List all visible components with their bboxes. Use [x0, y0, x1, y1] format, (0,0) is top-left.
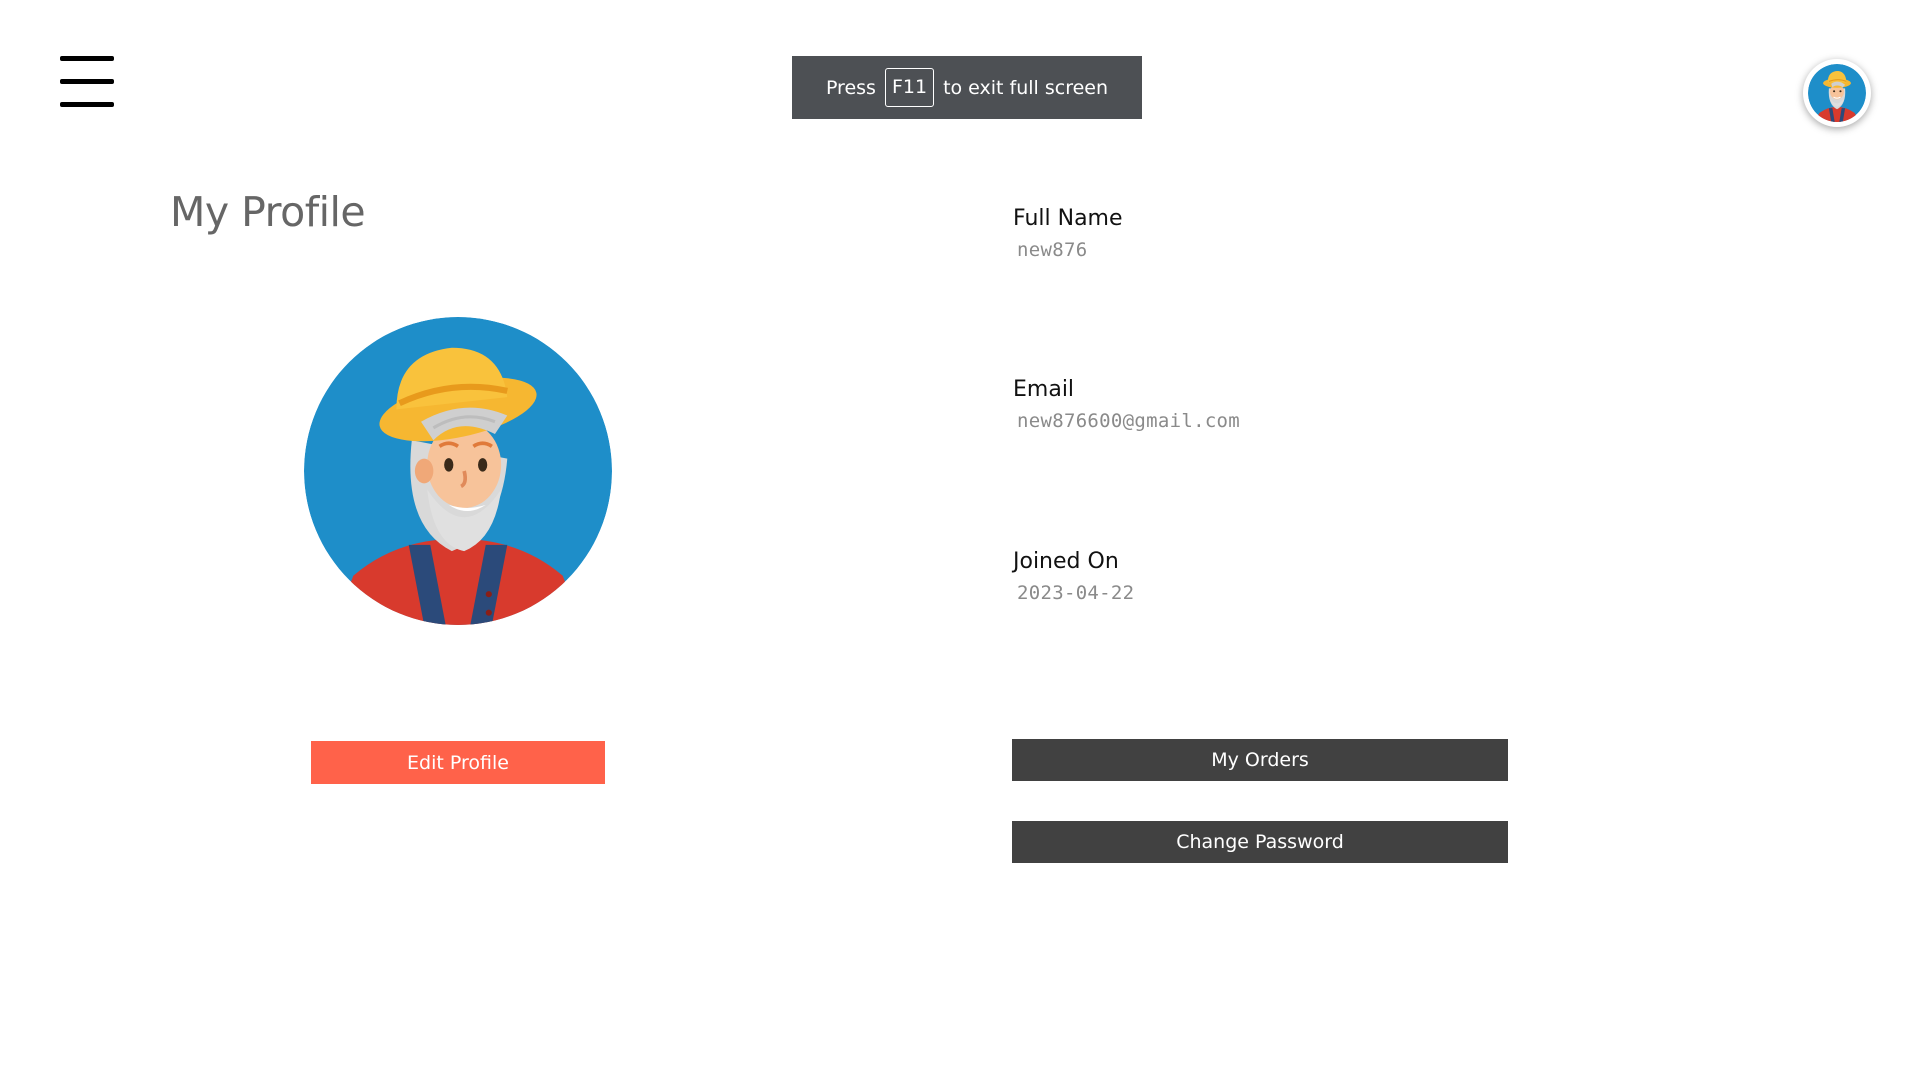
full-name-field: Full Name new876 [1013, 206, 1123, 261]
farmer-avatar-icon [304, 317, 612, 625]
hamburger-menu-icon[interactable] [60, 56, 114, 108]
email-field: Email new876600@gmail.com [1013, 377, 1240, 432]
user-avatar-button[interactable] [1803, 59, 1871, 127]
menu-bar [60, 56, 114, 61]
my-orders-button[interactable]: My Orders [1012, 739, 1508, 781]
menu-bar [60, 102, 114, 107]
change-password-button[interactable]: Change Password [1012, 821, 1508, 863]
farmer-avatar-icon [1808, 64, 1866, 122]
profile-avatar [304, 317, 612, 625]
joined-on-field: Joined On 2023-04-22 [1013, 549, 1134, 604]
fullscreen-key: F11 [884, 68, 935, 107]
fullscreen-notice-prefix: Press [825, 76, 876, 99]
full-name-label: Full Name [1013, 206, 1123, 231]
edit-profile-button[interactable]: Edit Profile [311, 741, 605, 784]
page-title: My Profile [170, 188, 366, 236]
joined-on-value: 2023-04-22 [1017, 582, 1135, 604]
full-name-value: new876 [1017, 239, 1088, 261]
menu-bar [60, 79, 114, 84]
joined-on-label: Joined On [1013, 549, 1119, 574]
email-label: Email [1013, 377, 1075, 402]
fullscreen-notice-suffix: to exit full screen [943, 76, 1109, 99]
profile-page: Press F11 to exit full screen My Profile… [0, 0, 1920, 1080]
email-value: new876600@gmail.com [1017, 410, 1241, 432]
fullscreen-notice: Press F11 to exit full screen [792, 56, 1142, 119]
